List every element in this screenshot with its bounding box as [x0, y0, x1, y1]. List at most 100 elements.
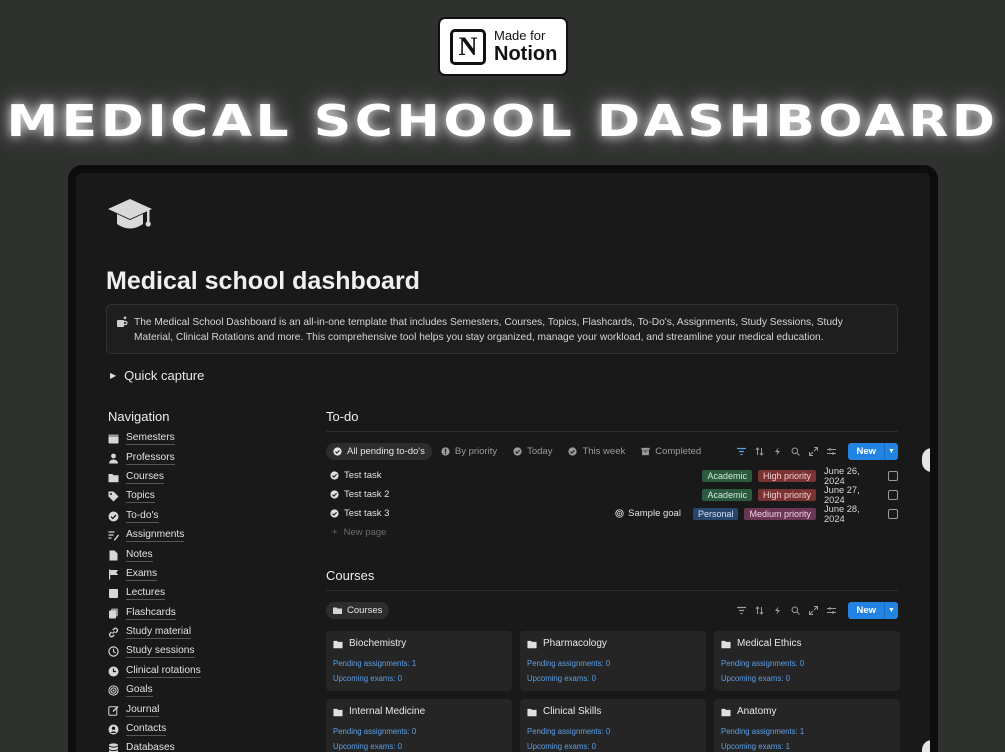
nav-item-contacts[interactable]: Contacts [108, 720, 288, 739]
course-pending-assignments[interactable]: Pending assignments: 0 [527, 656, 699, 671]
todo-view-tab[interactable]: Today [506, 443, 559, 460]
made-for-notion-badge: N Made for Notion [438, 17, 568, 76]
check-circle-icon [108, 511, 119, 522]
cards-icon [109, 608, 118, 619]
square-icon [109, 589, 118, 599]
nav-item-semesters[interactable]: Semesters [108, 429, 288, 448]
task-row[interactable]: Test task 2 Academic High priority June 27,… [326, 485, 898, 505]
course-card[interactable]: Anatomy Pending assignments: 1 Upcoming ex… [714, 699, 900, 752]
todo-view-tab[interactable]: All pending to-do's [326, 442, 432, 460]
check-circle-icon [330, 509, 339, 518]
course-card[interactable]: Pharmacology Pending assignments: 0 Upcomi… [520, 631, 706, 691]
page-title: Medical school dashboard [106, 267, 420, 295]
course-card[interactable]: Medical Ethics Pending assignments: 0 Upco… [714, 631, 900, 691]
expand-icon[interactable] [809, 605, 819, 615]
notion-window: Medical school dashboard The Medical Sch… [76, 173, 930, 752]
side-peek-handle[interactable] [922, 448, 930, 472]
course-pending-assignments[interactable]: Pending assignments: 1 [333, 656, 505, 671]
nav-item-label: Exams [126, 567, 158, 581]
todo-view-tab[interactable]: By priority [434, 443, 504, 460]
new-page-button[interactable]: + New page [326, 527, 898, 538]
list-pen-icon [108, 531, 119, 541]
todo-view-tab[interactable]: Completed [634, 443, 708, 460]
plus-icon: + [332, 527, 338, 538]
automation-icon[interactable] [773, 606, 782, 615]
course-upcoming-exams[interactable]: Upcoming exams: 0 [333, 671, 505, 686]
chevron-down-icon[interactable]: ▼ [884, 601, 898, 619]
task-checkbox[interactable] [888, 470, 898, 481]
folder-icon [333, 708, 343, 716]
settings-icon[interactable] [827, 606, 837, 615]
task-properties: Academic High priority June 26, 2024 [702, 466, 898, 486]
course-upcoming-exams[interactable]: Upcoming exams: 1 [721, 739, 893, 752]
chevron-down-icon[interactable]: ▼ [884, 442, 898, 460]
course-upcoming-exams[interactable]: Upcoming exams: 0 [721, 671, 893, 686]
nav-item-label: Study sessions [126, 645, 195, 659]
nav-item-flashcards[interactable]: Flashcards [108, 604, 288, 623]
nav-item-goals[interactable]: Goals [108, 681, 288, 700]
hero-title: MEDICAL SCHOOL DASHBOARD [6, 96, 999, 147]
nav-item-label: To-do's [126, 509, 159, 523]
course-pending-assignments[interactable]: Pending assignments: 1 [721, 724, 893, 739]
task-tag: Medium priority [744, 507, 816, 520]
sort-icon[interactable] [755, 446, 765, 456]
nav-item-journal[interactable]: Journal [108, 700, 288, 719]
filter-icon[interactable] [737, 606, 747, 615]
courses-view-tab[interactable]: Courses [326, 601, 390, 619]
todo-new-button[interactable]: New ▼ [848, 442, 898, 460]
course-card[interactable]: Clinical Skills Pending assignments: 0 Upc… [520, 699, 706, 752]
badge-text: Made for Notion [494, 29, 557, 64]
link-icon [108, 627, 119, 638]
nav-item-courses[interactable]: Courses [108, 468, 288, 487]
task-row[interactable]: Test task Academic High priority June 26, 2… [326, 466, 898, 486]
course-card[interactable]: Biochemistry Pending assignments: 1 Upcomi… [326, 631, 512, 691]
nav-item-topics[interactable]: Topics [108, 487, 288, 506]
course-card[interactable]: Internal Medicine Pending assignments: 0U… [326, 699, 512, 752]
task-checkbox[interactable] [888, 508, 898, 519]
course-pending-assignments[interactable]: Pending assignments: 0 [527, 724, 699, 739]
nav-item-clinical-rotations[interactable]: Clinical rotations [108, 662, 288, 681]
expand-icon[interactable] [809, 446, 819, 456]
sort-icon[interactable] [755, 605, 765, 615]
search-icon[interactable] [791, 447, 801, 456]
navigation: Navigation Semesters Professors Courses Top… [108, 409, 288, 752]
nav-item-label: Flashcards [126, 606, 176, 620]
edit-icon [108, 705, 119, 716]
nav-item-label: Lectures [126, 587, 166, 601]
course-pending-assignments[interactable]: Pending assignments: 0 [333, 724, 505, 739]
courses-new-button[interactable]: New ▼ [848, 601, 898, 619]
task-goal[interactable]: Sample goal [615, 508, 681, 519]
badge-made-label: Made for [494, 28, 546, 43]
nav-item-exams[interactable]: Exams [108, 565, 288, 584]
course-upcoming-exams[interactable]: Upcoming exams: 0 [527, 671, 699, 686]
side-peek-handle[interactable] [922, 740, 930, 752]
nav-item-professors[interactable]: Professors [108, 448, 288, 467]
course-name: Anatomy [737, 706, 777, 717]
search-icon[interactable] [791, 606, 801, 615]
nav-item-label: Semesters [126, 432, 175, 446]
task-row[interactable]: Test task 3 Sample goal Personal Medium pr… [326, 503, 898, 524]
todo-view-tab[interactable]: This week [561, 443, 632, 460]
course-upcoming-exams[interactable]: Upcoming exams: 0 [333, 739, 505, 752]
todo-view-label: By priority [454, 445, 498, 457]
task-date: June 28, 2024 [824, 503, 860, 524]
todo-view-label: Today [527, 445, 553, 457]
automation-icon[interactable] [773, 447, 782, 456]
task-checkbox[interactable] [888, 489, 898, 500]
nav-item-to-do-s[interactable]: To-do's [108, 507, 288, 526]
nav-item-notes[interactable]: Notes [108, 545, 288, 564]
nav-item-lectures[interactable]: Lectures [108, 584, 288, 603]
filter-icon[interactable] [737, 447, 747, 456]
database-icon [109, 743, 118, 752]
quick-capture-toggle[interactable]: ▶ Quick capture [110, 368, 204, 383]
course-upcoming-exams[interactable]: Upcoming exams: 0 [527, 739, 699, 752]
nav-item-study-material[interactable]: Study material [108, 623, 288, 642]
nav-item-databases[interactable]: Databases [108, 739, 288, 752]
nav-item-assignments[interactable]: Assignments [108, 526, 288, 545]
app-frame: Medical school dashboard The Medical Sch… [68, 165, 938, 752]
nav-item-label: Contacts [126, 723, 167, 737]
todo-views: All pending to-do's By priority Today This … [326, 442, 710, 460]
course-pending-assignments[interactable]: Pending assignments: 0 [721, 656, 893, 671]
nav-item-study-sessions[interactable]: Study sessions [108, 642, 288, 661]
settings-icon[interactable] [827, 447, 837, 456]
